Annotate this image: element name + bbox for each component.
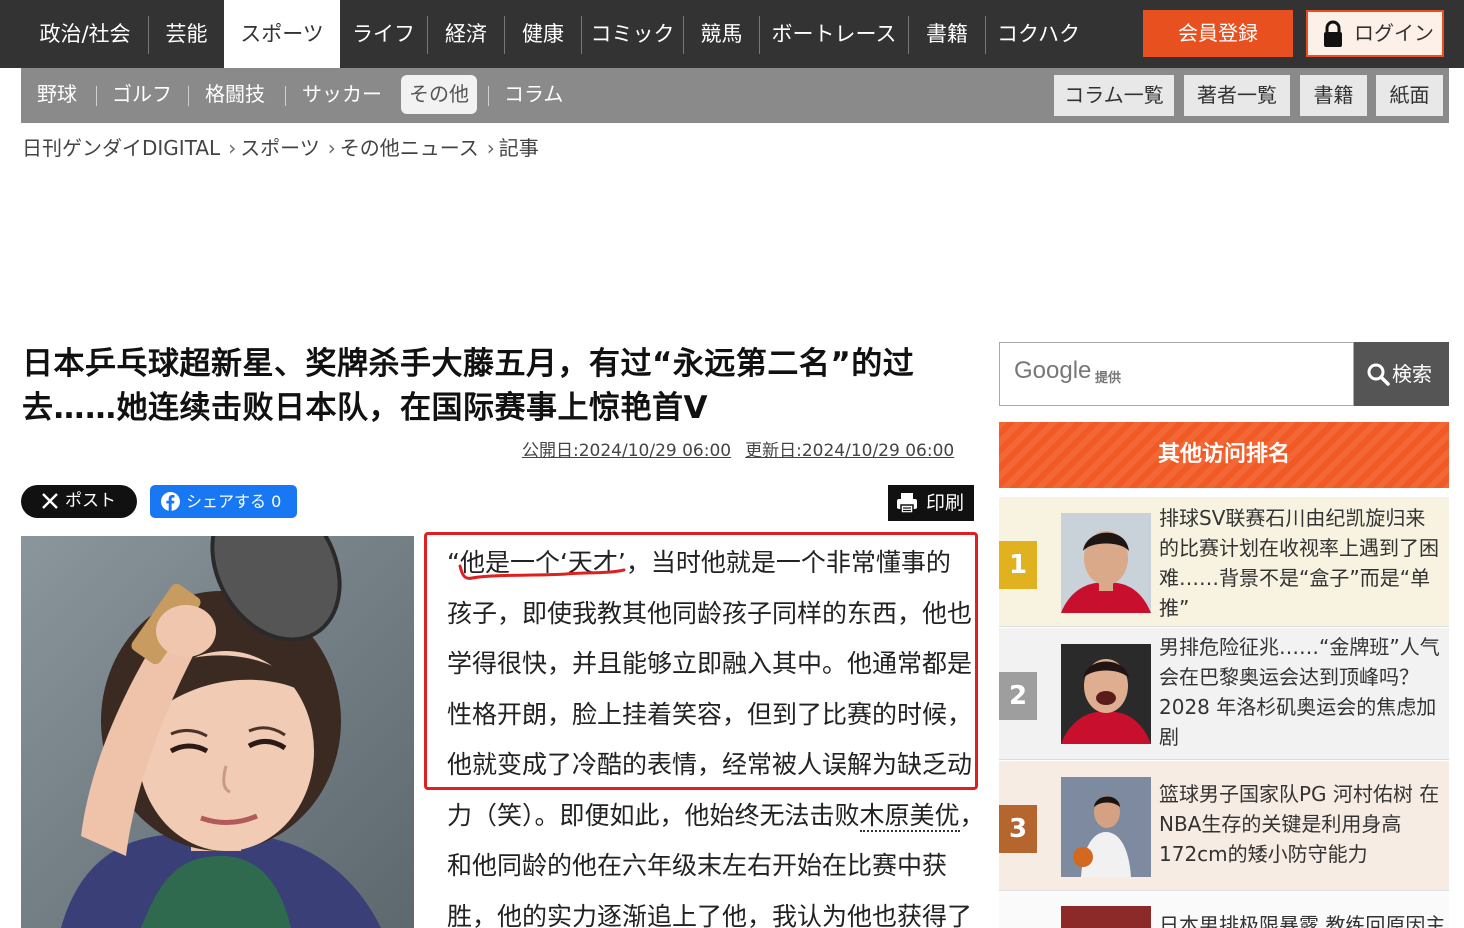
nav-entertainment[interactable]: 芸能 bbox=[149, 0, 224, 68]
sub-nav: 野球 ゴルフ 格闘技 サッカー その他 コラム コラム一覧 著者一覧 書籍 紙面 bbox=[21, 68, 1449, 123]
facebook-share-label: シェアする 0 bbox=[186, 492, 282, 511]
breadcrumb: 日刊ゲンダイDIGITAL › スポーツ › その他ニュース › 記事 bbox=[22, 132, 543, 161]
nav-sports[interactable]: スポーツ bbox=[224, 0, 340, 68]
updated-date: 更新日:2024/10/29 06:00 bbox=[745, 441, 955, 461]
x-post-label: ポスト bbox=[65, 491, 116, 511]
published-date: 公開日:2024/10/29 06:00 bbox=[522, 441, 732, 461]
ranking-title: 日本男排极限暴露 教练回原因主 bbox=[1159, 913, 1445, 928]
ranking-item-3[interactable]: 3 篮球男子国家队PG 河村佑树 在NBA生存的关键是利用身高172cm的矮小防… bbox=[999, 761, 1449, 891]
ranking-title: 排球SV联赛石川由纪凯旋归来的比赛计划在收视率上遇到了困难……背景不是“盒子”而… bbox=[1159, 506, 1439, 620]
article-body: “他是一个‘天才’，当时他就是一个非常懂事的 孩子，即使我教其他同龄孩子同样的东… bbox=[447, 538, 985, 928]
rank-badge: 3 bbox=[999, 805, 1037, 853]
subnav-other[interactable]: その他 bbox=[401, 75, 477, 114]
ranking-title: 男排危险征兆……“金牌班”人气会在巴黎奥运会达到顶峰吗？2028 年洛杉矶奥运会… bbox=[1159, 635, 1440, 749]
top-nav: 政治/社会 芸能 スポーツ ライフ 経済 健康 コミック 競馬 ボートレース 書… bbox=[0, 0, 1464, 68]
ranking-item-4[interactable]: 日本男排极限暴露 教练回原因主 bbox=[999, 892, 1449, 928]
subnav-soccer[interactable]: サッカー bbox=[302, 68, 382, 123]
facebook-icon bbox=[161, 492, 180, 511]
nav-boat-race[interactable]: ボートレース bbox=[760, 0, 908, 68]
breadcrumb-home[interactable]: 日刊ゲンダイDIGITAL bbox=[22, 136, 220, 160]
nav-economy[interactable]: 経済 bbox=[428, 0, 504, 68]
subnav-column[interactable]: コラム bbox=[504, 68, 563, 123]
body-line-6-text: 力（笑）。即便如此，他始终无法击败 bbox=[447, 800, 860, 830]
body-line-2: 孩子，即使我教其他同龄孩子同样的东西，他也 bbox=[447, 598, 973, 628]
nav-books[interactable]: 書籍 bbox=[909, 0, 985, 68]
body-line-1: “他是一个‘天才’，当时他就是一个非常懂事的 bbox=[447, 548, 951, 577]
body-line-7: 和他同龄的他在六年级末左右开始在比赛中获 bbox=[447, 851, 948, 880]
chevron-right-icon: › bbox=[486, 136, 495, 160]
newspaper-button[interactable]: 紙面 bbox=[1376, 75, 1443, 116]
print-label: 印刷 bbox=[926, 492, 965, 514]
printer-icon bbox=[897, 493, 917, 514]
x-post-button[interactable]: ポスト bbox=[21, 485, 137, 518]
body-line-5: 他就变成了冷酷的表情，经常被人误解为缺乏动 bbox=[447, 750, 973, 779]
nav-kokuhaku[interactable]: コクハク bbox=[986, 0, 1091, 68]
books-button[interactable]: 書籍 bbox=[1300, 75, 1367, 116]
login-label: ログイン bbox=[1354, 21, 1434, 45]
body-line-8: 胜，他的实力逐渐追上了他，我认为他也获得了 bbox=[447, 901, 973, 928]
rank-badge: 2 bbox=[999, 672, 1037, 720]
article-dates: 公開日:2024/10/29 06:00 更新日:2024/10/29 06:00 bbox=[522, 436, 968, 461]
nav-comic[interactable]: コミック bbox=[582, 0, 683, 68]
ranking-title: 篮球男子国家队PG 河村佑树 在NBA生存的关键是利用身高172cm的矮小防守能… bbox=[1159, 782, 1440, 866]
nav-horse-racing[interactable]: 競馬 bbox=[684, 0, 759, 68]
body-line-4: 性格开朗，脸上挂着笑容，但到了比赛的时候， bbox=[447, 699, 973, 729]
x-logo-icon bbox=[42, 493, 58, 509]
body-line-6-end: ， bbox=[959, 800, 985, 830]
ranking-item-2[interactable]: 2 男排危险征兆……“金牌班”人气会在巴黎奥运会达到顶峰吗？2028 年洛杉矶奥… bbox=[999, 628, 1449, 760]
table-tennis-player-image bbox=[21, 536, 414, 928]
ranking-thumbnail bbox=[1061, 906, 1151, 928]
ranking-header: 其他访问排名 bbox=[999, 422, 1449, 488]
article-photo bbox=[21, 536, 414, 928]
print-button[interactable]: 印刷 bbox=[888, 485, 974, 521]
subnav-martial-arts[interactable]: 格闘技 bbox=[205, 68, 265, 123]
login-button[interactable]: ログイン bbox=[1306, 10, 1444, 57]
search-button-label: 検索 bbox=[1392, 362, 1432, 386]
body-line-6: 力（笑）。即便如此，他始终无法击败木原美优， bbox=[447, 791, 985, 842]
subnav-golf[interactable]: ゴルフ bbox=[112, 68, 172, 123]
subnav-baseball[interactable]: 野球 bbox=[37, 68, 77, 123]
breadcrumb-other-news[interactable]: その他ニュース bbox=[340, 136, 479, 160]
body-line-3: 学得很快，并且能够立即融入其中。他通常都是 bbox=[447, 649, 973, 678]
ranking-thumbnail bbox=[1061, 513, 1151, 613]
chevron-right-icon: › bbox=[228, 136, 237, 160]
ranking-item-1[interactable]: 1 排球SV联赛石川由纪凯旋归来的比赛计划在收视率上遇到了困难……背景不是“盒子… bbox=[999, 497, 1449, 627]
google-logo: Google bbox=[1014, 357, 1092, 384]
column-list-button[interactable]: コラム一覧 bbox=[1054, 75, 1174, 116]
register-button[interactable]: 会員登録 bbox=[1143, 10, 1293, 57]
nav-politics[interactable]: 政治/社会 bbox=[22, 0, 148, 68]
lock-icon bbox=[1324, 20, 1342, 47]
keyword-link-kihara-miyu[interactable]: 木原美优 bbox=[859, 800, 960, 832]
rank-badge: 1 bbox=[999, 541, 1037, 589]
search-button[interactable]: 検索 bbox=[1354, 342, 1449, 406]
breadcrumb-article: 記事 bbox=[498, 136, 539, 160]
facebook-share-button[interactable]: シェアする 0 bbox=[150, 485, 297, 518]
article-title: 日本乒乓球超新星、奖牌杀手大藤五月，有过“永远第二名”的过 去……她连续击败日本… bbox=[22, 342, 942, 430]
ranking-thumbnail bbox=[1061, 777, 1151, 877]
google-provided-label: 提供 bbox=[1095, 371, 1122, 386]
ranking-thumbnail bbox=[1061, 644, 1151, 744]
nav-health[interactable]: 健康 bbox=[505, 0, 581, 68]
chevron-right-icon: › bbox=[327, 136, 336, 160]
author-list-button[interactable]: 著者一覧 bbox=[1184, 75, 1290, 116]
search-icon bbox=[1367, 363, 1390, 386]
search-box[interactable]: Google 提供 bbox=[999, 342, 1354, 406]
article-title-line-2: 去……她连续击败日本队，在国际赛事上惊艳首V bbox=[22, 390, 708, 426]
article-title-line-1: 日本乒乓球超新星、奖牌杀手大藤五月，有过“永远第二名”的过 bbox=[22, 346, 915, 382]
breadcrumb-sports[interactable]: スポーツ bbox=[240, 136, 320, 160]
nav-life[interactable]: ライフ bbox=[340, 0, 427, 68]
